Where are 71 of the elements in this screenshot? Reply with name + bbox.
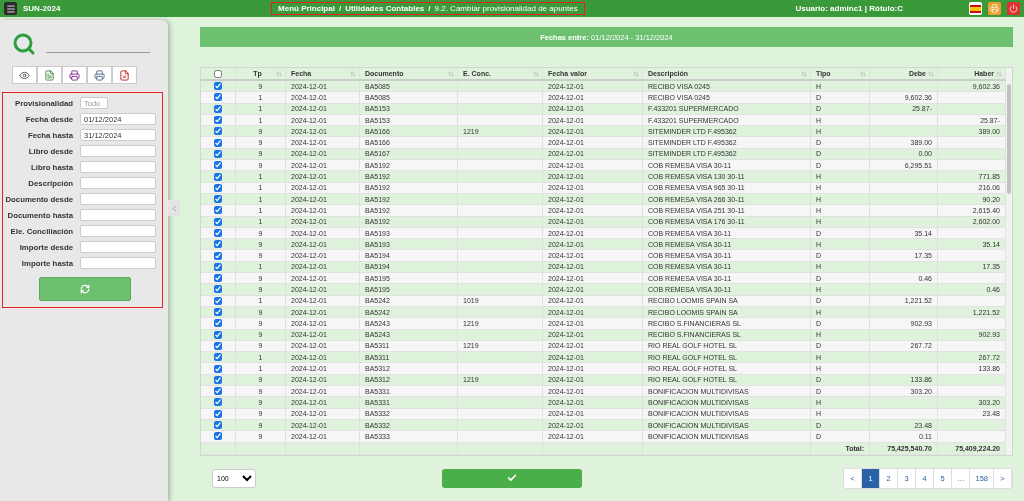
print-button[interactable] xyxy=(87,66,112,84)
row-checkbox[interactable] xyxy=(214,229,222,237)
input-field[interactable] xyxy=(80,257,156,269)
row-checkbox[interactable] xyxy=(214,104,222,113)
row-checkbox[interactable] xyxy=(214,183,222,192)
printer-icon xyxy=(990,4,999,13)
input-field[interactable] xyxy=(80,193,156,205)
refresh-icon xyxy=(80,284,90,294)
breadcrumb-separator: / xyxy=(338,4,342,13)
breadcrumb-link[interactable]: Menú Principal xyxy=(278,4,335,13)
row-checkbox[interactable] xyxy=(214,172,222,181)
row-checkbox[interactable] xyxy=(214,127,222,136)
document-icon xyxy=(44,69,55,81)
print-button[interactable] xyxy=(988,2,1001,15)
input-field[interactable] xyxy=(80,145,156,157)
flag-icon xyxy=(970,4,981,13)
row-checkbox[interactable] xyxy=(214,387,222,396)
row-checkbox[interactable] xyxy=(214,251,222,260)
row-checkbox[interactable] xyxy=(214,375,222,384)
row-checkbox[interactable] xyxy=(214,240,222,249)
confirm-button[interactable] xyxy=(442,468,582,488)
input-field[interactable] xyxy=(80,161,156,173)
pdf-button[interactable] xyxy=(112,66,137,84)
row-checkbox[interactable] xyxy=(214,398,222,407)
breadcrumb-separator: / xyxy=(428,4,431,13)
row-checkbox[interactable] xyxy=(214,149,222,158)
logout-button[interactable] xyxy=(1007,2,1020,15)
row-checkbox[interactable] xyxy=(214,341,222,350)
document-icon xyxy=(119,69,130,81)
row-checkbox[interactable] xyxy=(214,319,222,328)
print-button[interactable] xyxy=(62,66,87,84)
row-checkbox[interactable] xyxy=(214,364,222,373)
eye-icon xyxy=(19,69,30,81)
check-icon xyxy=(507,473,517,483)
app-title: SUN-2024 xyxy=(23,4,61,13)
row-checkbox[interactable] xyxy=(214,206,222,215)
search-icon[interactable] xyxy=(12,32,36,56)
input-field[interactable] xyxy=(80,177,156,189)
row-checkbox[interactable] xyxy=(214,262,222,271)
row-checkbox[interactable] xyxy=(214,82,222,91)
collapse-handle[interactable] xyxy=(168,200,180,216)
row-checkbox[interactable] xyxy=(214,138,222,147)
row-checkbox[interactable] xyxy=(214,330,222,339)
row-checkbox[interactable] xyxy=(214,308,222,317)
input-field[interactable] xyxy=(80,209,156,221)
breadcrumb-link[interactable]: 9.2. Cambiar provisionalidad de apuntes xyxy=(434,4,578,13)
row-checkbox[interactable] xyxy=(214,93,222,102)
input-field[interactable] xyxy=(80,225,156,237)
select-all-checkbox[interactable] xyxy=(214,69,222,78)
menu-icon xyxy=(5,3,16,14)
row-checkbox[interactable] xyxy=(214,409,222,418)
input-field[interactable] xyxy=(80,241,156,253)
breadcrumb-link[interactable]: Utilidades Contables xyxy=(345,4,425,13)
row-checkbox[interactable] xyxy=(214,195,222,204)
user-info: Usuario: adminc1 | Rótulo:C xyxy=(795,4,903,13)
view-button[interactable] xyxy=(12,66,37,84)
power-icon xyxy=(1009,4,1018,13)
row-checkbox[interactable] xyxy=(214,116,222,125)
row-checkbox[interactable] xyxy=(214,217,222,226)
row-checkbox[interactable] xyxy=(214,285,222,294)
row-checkbox[interactable] xyxy=(214,161,222,170)
export-button[interactable] xyxy=(37,66,62,84)
row-checkbox[interactable] xyxy=(214,296,222,305)
printer-icon xyxy=(94,69,105,81)
menu-button[interactable] xyxy=(4,2,17,15)
row-checkbox[interactable] xyxy=(214,274,222,283)
row-checkbox[interactable] xyxy=(214,432,222,441)
row-checkbox[interactable] xyxy=(214,353,222,362)
printer-icon xyxy=(69,69,80,81)
row-checkbox[interactable] xyxy=(214,421,222,430)
language-button[interactable] xyxy=(969,2,982,15)
